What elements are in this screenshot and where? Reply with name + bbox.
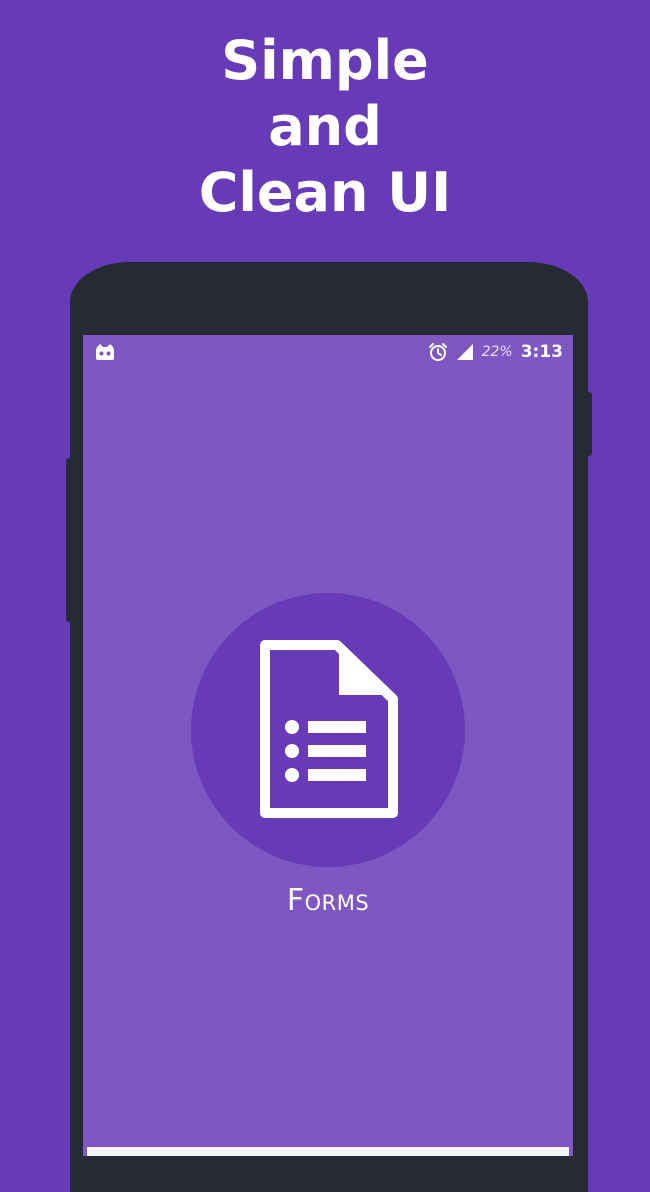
status-time: 3:13 [520, 342, 563, 362]
promo-headline: Simple and Clean UI [0, 28, 650, 226]
forms-document-icon[interactable] [259, 639, 399, 819]
signal-strength-icon [456, 344, 473, 360]
headline-line-3: Clean UI [198, 161, 452, 224]
bottom-sheet-edge [87, 1147, 569, 1156]
status-bar: 22% 3:13 [83, 335, 573, 369]
app-label: Forms [286, 883, 370, 918]
phone-screen: 22% 3:13 Forms [83, 335, 573, 1156]
headline-line-2: and [268, 95, 382, 158]
headline-line-1: Simple [221, 29, 429, 92]
alarm-clock-icon [428, 343, 447, 361]
cat-face-icon [96, 344, 114, 360]
status-icons: 22% 3:13 [428, 341, 563, 363]
battery-percentage: 22% [481, 344, 513, 360]
